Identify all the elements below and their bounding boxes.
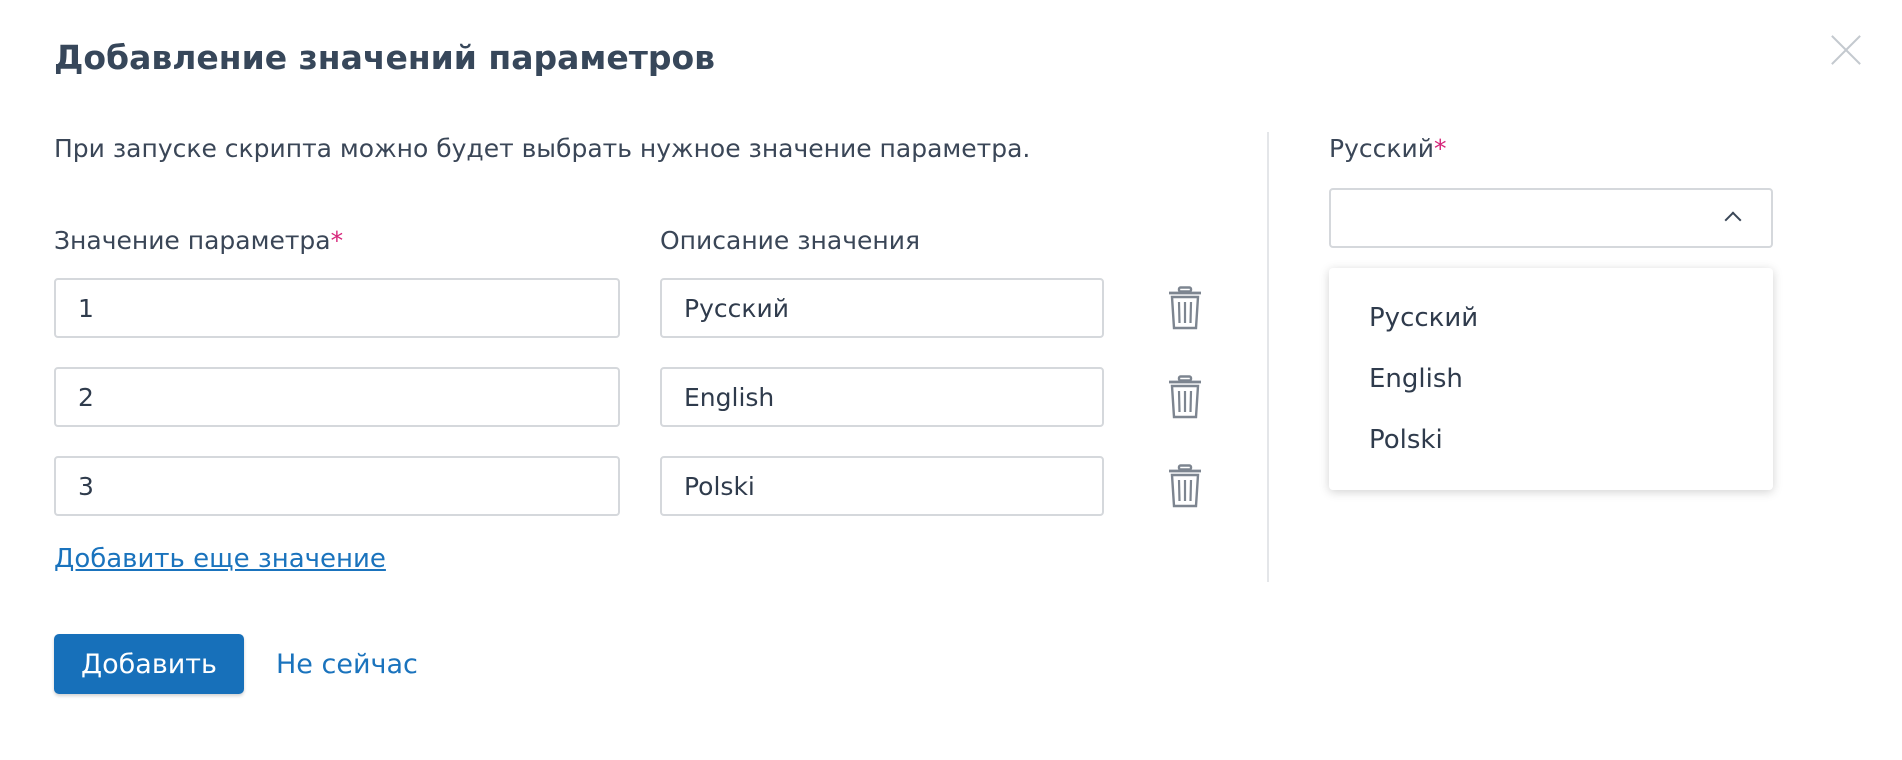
column-divider [1267, 132, 1269, 582]
parameter-value-input[interactable] [54, 367, 620, 427]
value-description-input[interactable] [660, 367, 1104, 427]
not-now-button[interactable]: Не сейчас [276, 634, 418, 694]
description-column-label: Описание значения [660, 226, 920, 255]
chevron-up-icon [1724, 211, 1742, 229]
add-parameter-values-dialog: Добавление значений параметров При запус… [0, 0, 1902, 760]
dialog-hint: При запуске скрипта можно будет выбрать … [54, 134, 1031, 163]
dropdown-option-polski[interactable]: Polski [1329, 422, 1773, 483]
parameter-value-input[interactable] [54, 456, 620, 516]
required-mark: * [1433, 134, 1447, 163]
default-value-label: Русский* [1329, 134, 1446, 163]
trash-icon[interactable] [1168, 464, 1202, 508]
trash-icon[interactable] [1168, 286, 1202, 330]
default-value-label-text: Русский [1329, 134, 1434, 163]
add-another-value-link[interactable]: Добавить еще значение [54, 544, 386, 574]
dropdown-option-russian[interactable]: Русский [1329, 300, 1773, 361]
close-icon[interactable] [1826, 30, 1866, 70]
value-column-label: Значение параметра* [54, 226, 343, 255]
value-column-label-text: Значение параметра [54, 226, 331, 255]
value-description-input[interactable] [660, 456, 1104, 516]
parameter-value-input[interactable] [54, 278, 620, 338]
required-mark: * [330, 226, 344, 255]
dialog-title: Добавление значений параметров [54, 38, 716, 77]
value-description-input[interactable] [660, 278, 1104, 338]
select-dropdown-menu: Русский English Polski [1329, 268, 1773, 490]
trash-icon[interactable] [1168, 375, 1202, 419]
default-value-select[interactable] [1329, 188, 1773, 248]
dropdown-option-english[interactable]: English [1329, 361, 1773, 422]
add-button[interactable]: Добавить [54, 634, 244, 694]
